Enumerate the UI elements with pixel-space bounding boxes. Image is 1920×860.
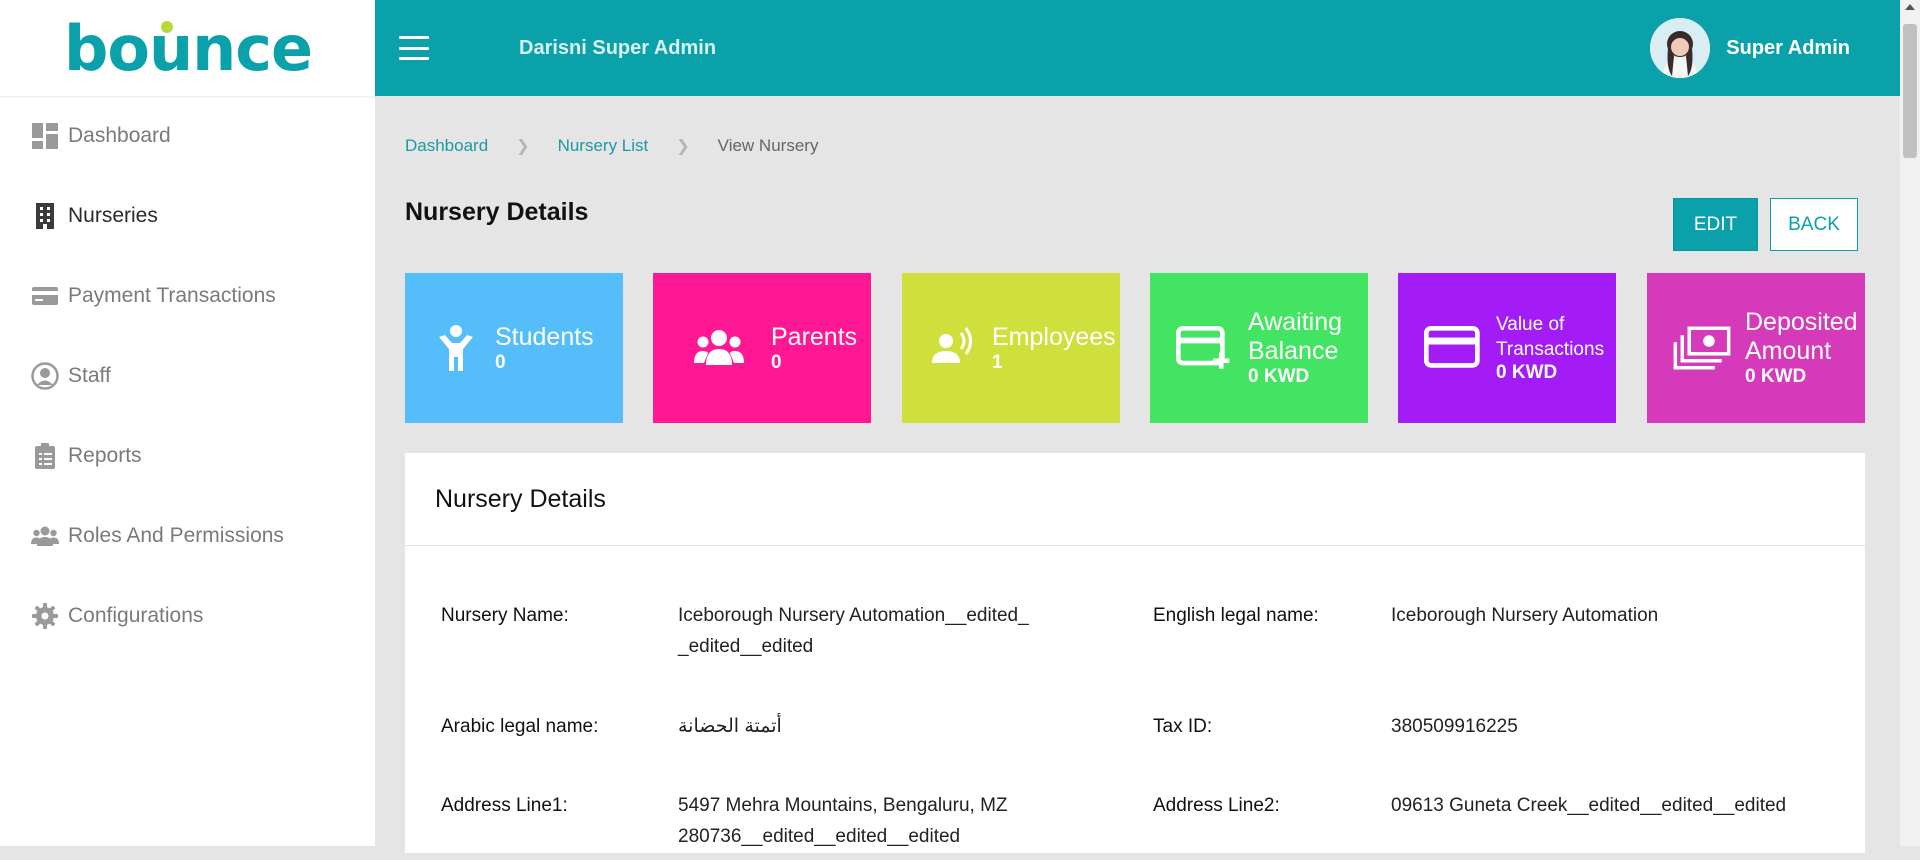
- field-address-line1: Address Line1: 5497 Mehra Mountains, Ben…: [441, 790, 1141, 860]
- chevron-right-icon: ❯: [676, 138, 690, 155]
- sidebar-nav: Dashboard Nurseries Payment Transactions…: [0, 96, 375, 656]
- breadcrumb-dashboard-link[interactable]: Dashboard: [405, 136, 488, 156]
- app-title: Darisni Super Admin: [519, 36, 717, 59]
- hamburger-menu-button[interactable]: [399, 36, 429, 60]
- sidebar-item-payment-transactions[interactable]: Payment Transactions: [0, 256, 375, 336]
- field-value: Iceborough Nursery Automation__edited__e…: [678, 605, 1029, 657]
- field-nursery-name: Nursery Name: Iceborough Nursery Automat…: [441, 600, 1141, 670]
- page-scrollbar[interactable]: [1900, 0, 1920, 846]
- stat-value: 1: [992, 351, 1003, 373]
- page-title: Nursery Details: [405, 198, 589, 226]
- main-content: Dashboard ❯ Nursery List ❯ View Nursery …: [405, 96, 1865, 853]
- hamburger-line: [399, 36, 429, 39]
- chevron-right-icon: ❯: [516, 138, 530, 155]
- stat-text: Students 0: [495, 323, 594, 374]
- field-address-line2: Address Line2: 09613 Guneta Creek__edite…: [1153, 790, 1853, 830]
- field-arabic-legal-name: Arabic legal name: أتمتة الحضانة: [441, 711, 1141, 751]
- scroll-up-arrow-icon[interactable]: [1905, 4, 1915, 10]
- stat-label: Awaiting Balance: [1248, 308, 1343, 365]
- back-button[interactable]: BACK: [1770, 198, 1858, 251]
- sidebar-item-label: Reports: [68, 444, 142, 467]
- avatar[interactable]: [1650, 18, 1711, 78]
- stat-label: Parents: [771, 322, 858, 351]
- users-icon: [694, 330, 744, 365]
- field-label: Address Line1:: [441, 795, 568, 816]
- users-icon: [30, 521, 60, 551]
- stat-value: 0: [495, 351, 506, 373]
- sidebar: bounce Dashboard Nurseries Payment Trans…: [0, 0, 375, 846]
- stat-text: Deposited Amount 0 KWD: [1745, 308, 1858, 388]
- edit-button[interactable]: EDIT: [1673, 198, 1758, 251]
- field-label: Tax ID:: [1153, 716, 1213, 737]
- stat-label: Students: [495, 322, 594, 351]
- stat-card-parents[interactable]: Parents 0: [653, 273, 871, 423]
- dashboard-icon: [30, 121, 60, 151]
- field-english-legal-name: English legal name: Iceborough Nursery A…: [1153, 600, 1853, 640]
- sidebar-item-reports[interactable]: Reports: [0, 416, 375, 496]
- hamburger-line: [399, 57, 429, 60]
- user-circle-icon: [30, 361, 60, 391]
- stat-text: Parents 0: [771, 323, 857, 374]
- field-label: Arabic legal name:: [441, 716, 599, 737]
- user-name[interactable]: Super Admin: [1726, 37, 1850, 60]
- svg-text:bounce: bounce: [63, 12, 311, 85]
- logo-image: bounce: [63, 12, 312, 85]
- credit-card-icon: [30, 281, 60, 311]
- stat-value: 0 KWD: [1745, 366, 1807, 387]
- panel-title: Nursery Details: [405, 453, 1865, 546]
- breadcrumb: Dashboard ❯ Nursery List ❯ View Nursery: [405, 136, 818, 156]
- money-icon: [1673, 326, 1731, 370]
- stat-label: Value of Transactions: [1496, 314, 1605, 360]
- stat-value: 0: [771, 351, 782, 373]
- nursery-details-panel: Nursery Details Nursery Name: Iceborough…: [405, 453, 1865, 853]
- gear-icon: [30, 601, 60, 631]
- stat-text: Value of Transactions 0 KWD: [1496, 312, 1604, 384]
- sidebar-item-label: Dashboard: [68, 124, 171, 147]
- breadcrumb-nursery-list-link[interactable]: Nursery List: [558, 136, 649, 156]
- sidebar-item-label: Configurations: [68, 604, 204, 627]
- field-label: Address Line2:: [1153, 795, 1280, 816]
- stat-value: 0 KWD: [1248, 366, 1310, 387]
- top-header: Darisni Super Admin Super Admin: [375, 0, 1900, 96]
- sidebar-item-roles-and-permissions[interactable]: Roles And Permissions: [0, 496, 375, 576]
- stat-card-students[interactable]: Students 0: [405, 273, 623, 423]
- sidebar-item-dashboard[interactable]: Dashboard: [0, 96, 375, 176]
- child-icon: [439, 325, 473, 371]
- field-label: Nursery Name:: [441, 605, 569, 626]
- sidebar-item-configurations[interactable]: Configurations: [0, 576, 375, 656]
- field-value: 5497 Mehra Mountains, Bengaluru, MZ 2807…: [678, 795, 1008, 847]
- field-label: English legal name:: [1153, 605, 1319, 626]
- stat-text: Employees 1: [992, 323, 1116, 374]
- stat-label: Deposited Amount: [1745, 308, 1858, 365]
- field-value: 380509916225: [1391, 716, 1518, 737]
- field-value: أتمتة الحضانة: [678, 716, 782, 737]
- sidebar-item-label: Staff: [68, 364, 111, 387]
- stat-card-deposited-amount[interactable]: Deposited Amount 0 KWD: [1647, 273, 1865, 423]
- sidebar-item-label: Payment Transactions: [68, 284, 276, 307]
- field-value: Iceborough Nursery Automation: [1391, 605, 1659, 626]
- sidebar-item-staff[interactable]: Staff: [0, 336, 375, 416]
- building-icon: [30, 201, 60, 231]
- sidebar-item-nurseries[interactable]: Nurseries: [0, 176, 375, 256]
- stat-text: Awaiting Balance 0 KWD: [1248, 308, 1342, 388]
- stat-card-employees[interactable]: Employees 1: [902, 273, 1120, 423]
- hamburger-line: [399, 46, 429, 50]
- breadcrumb-current: View Nursery: [717, 136, 819, 155]
- user-menu[interactable]: Super Admin: [1650, 18, 1850, 78]
- stat-card-awaiting-balance[interactable]: Awaiting Balance 0 KWD: [1150, 273, 1368, 423]
- scrollbar-thumb[interactable]: [1903, 24, 1917, 158]
- clipboard-icon: [30, 441, 60, 471]
- credit-card-icon: [1424, 325, 1480, 368]
- stat-value: 0 KWD: [1496, 362, 1558, 383]
- sidebar-item-label: Nurseries: [68, 204, 158, 227]
- bounce-logo[interactable]: bounce: [0, 0, 375, 97]
- card-plus-icon: [1176, 325, 1230, 369]
- sidebar-item-label: Roles And Permissions: [68, 524, 284, 547]
- stat-card-value-of-transactions[interactable]: Value of Transactions 0 KWD: [1398, 273, 1616, 423]
- field-value: 09613 Guneta Creek__edited__edited__edit…: [1391, 795, 1787, 816]
- field-tax-id: Tax ID: 380509916225: [1153, 711, 1853, 751]
- stat-label: Employees: [992, 322, 1116, 351]
- employee-voice-icon: [932, 327, 972, 363]
- stats-cards: Students 0 Parents 0 Employees 1 Awaitin…: [405, 273, 1865, 423]
